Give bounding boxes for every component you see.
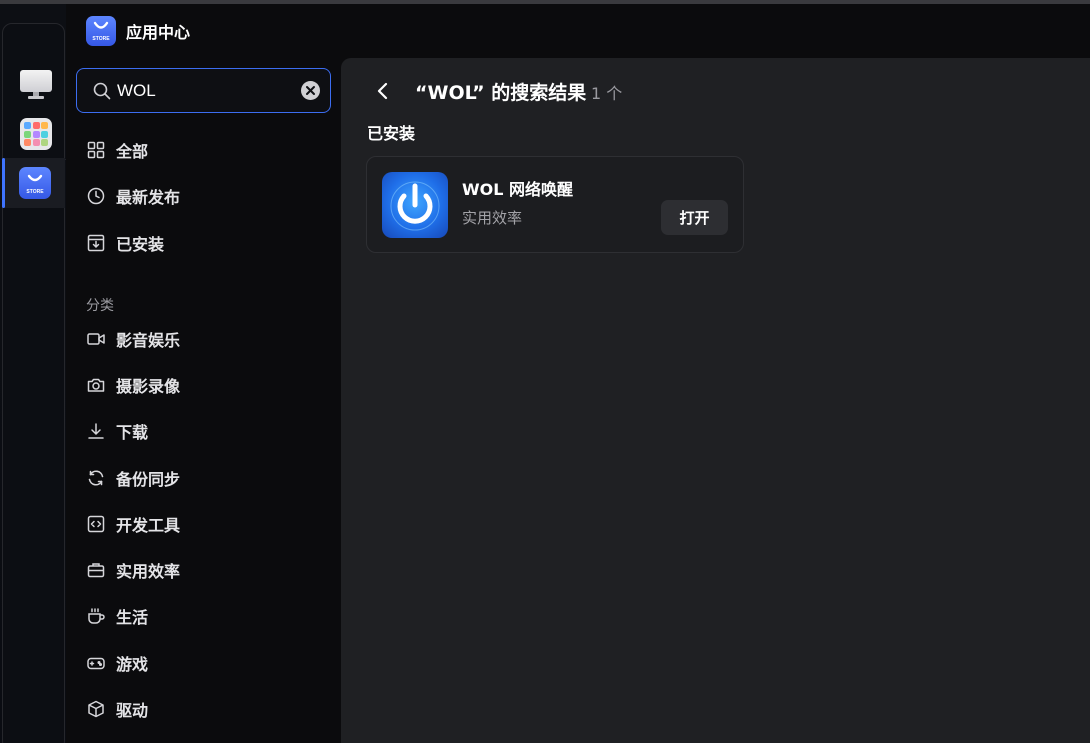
sidebar-item-label: 备份同步 xyxy=(116,470,181,489)
app-card[interactable]: WOL 网络唤醒 实用效率 打开 xyxy=(366,156,744,253)
app-name: WOL 网络唤醒 xyxy=(462,180,574,199)
sidebar-item-drivers[interactable]: 驱动 xyxy=(86,697,148,721)
search-icon xyxy=(93,82,111,100)
clear-search-icon[interactable] xyxy=(301,81,320,100)
briefcase-icon xyxy=(86,560,106,580)
app-category: 实用效率 xyxy=(462,209,523,227)
active-indicator xyxy=(2,158,5,208)
sidebar-item-installed[interactable]: 已安装 xyxy=(86,231,164,255)
sidebar-item-label: 实用效率 xyxy=(116,562,181,581)
coffee-icon xyxy=(86,606,106,626)
code-icon xyxy=(86,514,106,534)
desktop-monitor-icon[interactable] xyxy=(20,68,52,100)
grid-icon xyxy=(86,140,106,160)
sidebar-item-label: 驱动 xyxy=(116,701,149,720)
sidebar-item-photography[interactable]: 摄影录像 xyxy=(86,373,180,397)
category-section-label: 分类 xyxy=(86,298,114,314)
sidebar-item-label: 最新发布 xyxy=(116,188,181,207)
sidebar-item-download[interactable]: 下载 xyxy=(86,419,148,443)
sidebar-item-media[interactable]: 影音娱乐 xyxy=(86,327,180,351)
gamepad-icon xyxy=(86,653,106,673)
sidebar-item-label: 生活 xyxy=(116,608,149,627)
open-app-button[interactable]: 打开 xyxy=(661,200,728,235)
sidebar-item-all[interactable]: 全部 xyxy=(86,138,148,162)
app-launcher-icon[interactable] xyxy=(20,118,52,150)
search-input[interactable] xyxy=(117,77,297,105)
chevron-left-icon xyxy=(377,82,388,100)
clock-icon xyxy=(86,186,106,206)
sync-icon xyxy=(86,468,106,488)
camera-icon xyxy=(86,375,106,395)
sidebar: STORE 应用中心 全部 xyxy=(66,4,341,743)
sidebar-item-label: 影音娱乐 xyxy=(116,331,181,350)
sidebar-item-games[interactable]: 游戏 xyxy=(86,651,148,675)
store-logo-icon: STORE xyxy=(86,16,116,46)
sidebar-item-label: 开发工具 xyxy=(116,516,181,535)
app-title: 应用中心 xyxy=(126,23,191,42)
search-results-count: 1 个 xyxy=(591,84,623,103)
sidebar-item-latest[interactable]: 最新发布 xyxy=(86,184,180,208)
installed-icon xyxy=(86,233,106,253)
cube-icon xyxy=(86,699,106,719)
sidebar-item-label: 下载 xyxy=(116,423,149,442)
sidebar-item-label: 已安装 xyxy=(116,235,165,254)
download-icon xyxy=(86,421,106,441)
sidebar-item-dev-tools[interactable]: 开发工具 xyxy=(86,512,180,536)
main-content: “WOL” 的搜索结果 1 个 已安装 WOL 网络唤醒 实用效率 打开 xyxy=(341,58,1090,743)
sidebar-item-productivity[interactable]: 实用效率 xyxy=(86,558,180,582)
sidebar-item-label: 摄影录像 xyxy=(116,377,181,396)
back-button[interactable] xyxy=(371,78,395,104)
dock-panel xyxy=(2,23,66,743)
sidebar-item-lifestyle[interactable]: 生活 xyxy=(86,604,148,628)
sidebar-item-label: 全部 xyxy=(116,142,149,161)
installed-section-heading: 已安装 xyxy=(367,124,416,143)
video-icon xyxy=(86,329,106,349)
search-results-title: “WOL” 的搜索结果 xyxy=(415,82,587,104)
app-header: STORE 应用中心 xyxy=(86,16,190,46)
sidebar-item-label: 游戏 xyxy=(116,655,149,674)
search-box[interactable] xyxy=(76,68,331,113)
power-icon xyxy=(382,172,448,238)
dock-item-app-center[interactable]: STORE xyxy=(2,158,65,208)
app-dock: STORE xyxy=(0,4,66,743)
sidebar-item-backup-sync[interactable]: 备份同步 xyxy=(86,466,180,490)
store-icon: STORE xyxy=(19,167,51,199)
